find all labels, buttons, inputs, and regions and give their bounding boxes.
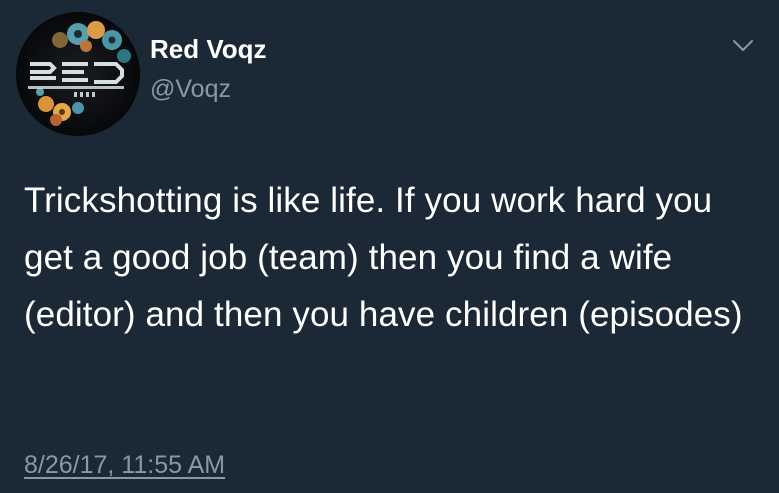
tweet-card: Red Voqz @Voqz Trickshotting is like lif… [0, 0, 779, 493]
author-display-name[interactable]: Red Voqz [150, 34, 267, 64]
author-handle[interactable]: @Voqz [150, 74, 231, 104]
red-voqz-logo-avatar-icon [16, 12, 140, 136]
tweet-text: Trickshotting is like life. If you work … [24, 181, 743, 334]
tweet-timestamp[interactable]: 8/26/17, 11:55 AM [24, 450, 225, 480]
avatar[interactable] [16, 12, 140, 136]
chevron-down-icon[interactable] [731, 36, 755, 56]
